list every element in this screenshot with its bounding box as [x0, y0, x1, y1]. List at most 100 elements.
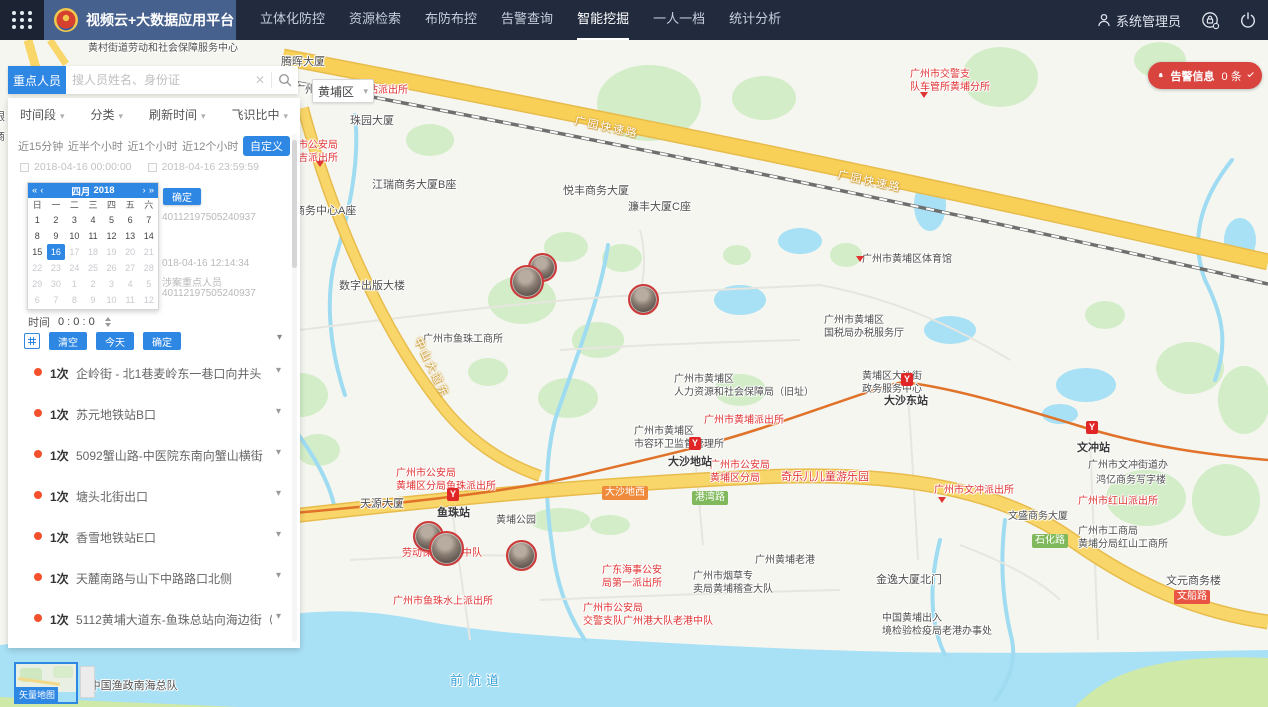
chevron-down-icon[interactable]: ▾ [276, 529, 281, 540]
list-item[interactable]: 1次5112黄埔大道东-鱼珠总站向海边街（全）▾ [8, 608, 300, 630]
calendar-day-2[interactable]: 2 [84, 276, 103, 292]
list-item[interactable]: 1次5092蟹山路-中医院东南向蟹山横街▾ [8, 444, 300, 466]
filter-分类[interactable]: 分类 [90, 106, 123, 123]
calendar-day-16[interactable]: 16 [47, 244, 66, 260]
calendar-day-6[interactable]: 6 [28, 292, 47, 308]
next-year-button[interactable]: » [149, 185, 154, 196]
calendar-day-1[interactable]: 1 [65, 276, 84, 292]
nav-item-告警查询[interactable]: 告警查询 [501, 0, 553, 40]
chevron-down-icon[interactable]: ▾ [276, 488, 281, 499]
chevron-down-icon[interactable]: ▾ [276, 611, 281, 622]
time-value[interactable]: 0 [89, 316, 95, 328]
quick-range-近15分钟[interactable]: 近15分钟 [18, 138, 63, 154]
quick-range-近半个小时[interactable]: 近半个小时 [68, 138, 123, 154]
calendar-day-14[interactable]: 14 [139, 228, 158, 244]
end-date-field[interactable]: 2018-04-16 23:59:59 [148, 161, 260, 173]
calendar-day-17[interactable]: 17 [65, 244, 84, 260]
calendar-day-21[interactable]: 21 [139, 244, 158, 260]
button-确定[interactable]: 确定 [143, 332, 181, 350]
tab-key-person[interactable]: 重点人员 [8, 66, 66, 94]
calendar-day-3[interactable]: 3 [102, 276, 121, 292]
list-item[interactable]: 1次塘头北街出口▾ [8, 485, 300, 507]
calendar-day-5[interactable]: 5 [139, 276, 158, 292]
chevron-down-icon[interactable] [1247, 71, 1254, 78]
calendar-month[interactable]: 四月 [71, 184, 90, 198]
nav-item-资源检索[interactable]: 资源检索 [349, 0, 401, 40]
nav-item-统计分析[interactable]: 统计分析 [729, 0, 781, 40]
calendar-day-4[interactable]: 4 [84, 212, 103, 228]
calendar-day-12[interactable]: 12 [139, 292, 158, 308]
prev-month-button[interactable]: ‹ [40, 185, 43, 196]
filter-时间段[interactable]: 时间段 [20, 106, 65, 123]
calendar-day-7[interactable]: 7 [47, 292, 66, 308]
calendar-day-13[interactable]: 13 [121, 228, 140, 244]
chevron-down-icon[interactable]: ▾ [276, 570, 281, 581]
clear-icon[interactable]: ✕ [255, 74, 265, 86]
calendar-day-2[interactable]: 2 [47, 212, 66, 228]
chevron-down-icon[interactable]: ▾ [276, 406, 281, 417]
calendar-day-11[interactable]: 11 [84, 228, 103, 244]
scrollbar-thumb[interactable] [292, 140, 297, 268]
list-item[interactable]: 1次苏元地铁站B口▾ [8, 403, 300, 425]
quick-range-近1个小时[interactable]: 近1个小时 [127, 138, 177, 154]
calendar-day-11[interactable]: 11 [121, 292, 140, 308]
calendar-day-30[interactable]: 30 [47, 276, 66, 292]
calendar-day-19[interactable]: 19 [102, 244, 121, 260]
alert-banner[interactable]: 告警信息 0 条 [1148, 62, 1262, 89]
calendar-day-23[interactable]: 23 [47, 260, 66, 276]
calendar-day-8[interactable]: 8 [28, 228, 47, 244]
calendar-confirm-button[interactable]: 确定 [163, 188, 201, 205]
start-date-field[interactable]: 2018-04-16 00:00:00 [20, 161, 132, 173]
calendar-day-8[interactable]: 8 [65, 292, 84, 308]
quick-range-自定义[interactable]: 自定义 [243, 136, 290, 156]
filter-刷新时间[interactable]: 刷新时间 [149, 106, 206, 123]
calendar-day-25[interactable]: 25 [84, 260, 103, 276]
calendar-day-29[interactable]: 29 [28, 276, 47, 292]
calendar-day-6[interactable]: 6 [121, 212, 140, 228]
minimap-collapse-tab[interactable] [80, 666, 95, 698]
calendar-day-4[interactable]: 4 [121, 276, 140, 292]
calendar-day-7[interactable]: 7 [139, 212, 158, 228]
button-今天[interactable]: 今天 [96, 332, 134, 350]
nav-item-布防布控[interactable]: 布防布控 [425, 0, 477, 40]
power-logout-button[interactable] [1240, 12, 1256, 28]
chevron-down-icon[interactable]: ▾ [276, 447, 281, 458]
calendar-day-5[interactable]: 5 [102, 212, 121, 228]
calendar-day-15[interactable]: 15 [28, 244, 47, 260]
prev-year-button[interactable]: « [32, 185, 37, 196]
nav-item-一人一档[interactable]: 一人一档 [653, 0, 705, 40]
calendar-day-1[interactable]: 1 [28, 212, 47, 228]
calendar-year[interactable]: 2018 [93, 185, 114, 196]
nav-item-智能挖掘[interactable]: 智能挖掘 [577, 0, 629, 40]
search-input[interactable] [72, 73, 249, 87]
list-item[interactable]: 1次企岭街 - 北1巷麦岭东一巷口向井头▾ [8, 362, 300, 384]
time-values[interactable]: 0 : 0 : 0 [58, 316, 95, 328]
region-dropdown[interactable]: 黄埔区 ▾ [312, 79, 374, 103]
calendar-day-26[interactable]: 26 [102, 260, 121, 276]
calendar-day-10[interactable]: 10 [65, 228, 84, 244]
list-item[interactable]: 1次香雪地铁站E口▾ [8, 526, 300, 548]
quick-range-近12个小时[interactable]: 近12个小时 [182, 138, 238, 154]
calendar-day-18[interactable]: 18 [84, 244, 103, 260]
next-month-button[interactable]: › [143, 185, 146, 196]
calendar-day-3[interactable]: 3 [65, 212, 84, 228]
calendar-day-24[interactable]: 24 [65, 260, 84, 276]
calendar-day-28[interactable]: 28 [139, 260, 158, 276]
list-item[interactable]: 1次天麓南路与山下中路路口北侧▾ [8, 567, 300, 589]
chevron-down-icon[interactable]: ▾ [276, 365, 281, 376]
nav-item-立体化防控[interactable]: 立体化防控 [260, 0, 325, 40]
calendar-day-22[interactable]: 22 [28, 260, 47, 276]
filter-飞识比中[interactable]: 飞识比中 [231, 106, 288, 123]
calendar-day-10[interactable]: 10 [102, 292, 121, 308]
calendar-day-20[interactable]: 20 [121, 244, 140, 260]
search-icon[interactable] [278, 73, 292, 87]
app-launcher-button[interactable] [0, 0, 44, 40]
calendar-day-9[interactable]: 9 [47, 228, 66, 244]
calendar-day-9[interactable]: 9 [84, 292, 103, 308]
minimap-switcher[interactable]: 矢量地图 [14, 662, 78, 704]
time-spinner[interactable] [105, 317, 111, 327]
calendar-day-12[interactable]: 12 [102, 228, 121, 244]
calendar-grid-icon-button[interactable] [24, 333, 40, 349]
button-清空[interactable]: 清空 [49, 332, 87, 350]
security-lock-button[interactable] [1201, 11, 1220, 30]
